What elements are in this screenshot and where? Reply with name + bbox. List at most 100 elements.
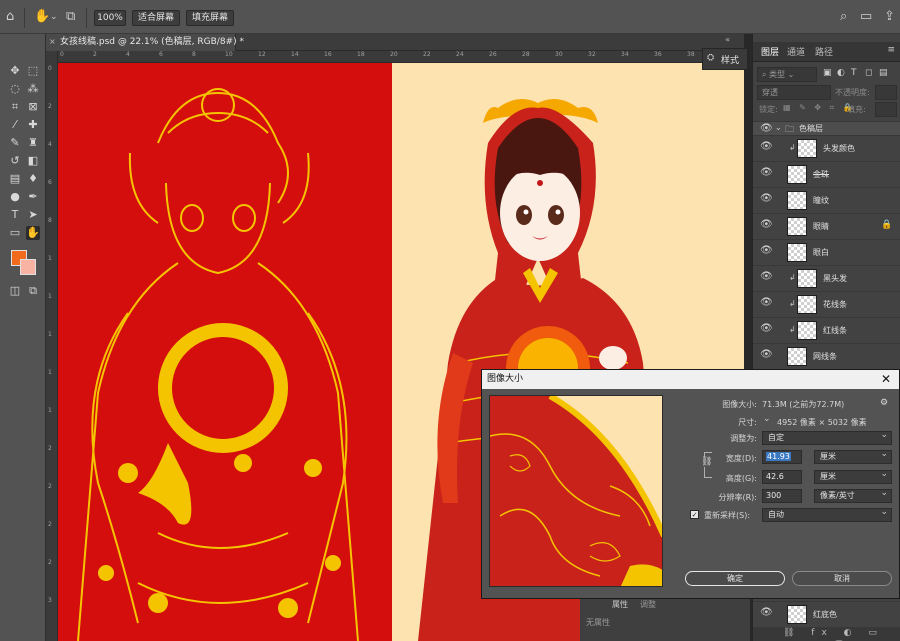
dodge-tool-icon[interactable]: ● — [8, 190, 22, 204]
pen-tool-icon[interactable]: ✒ — [26, 190, 40, 204]
magic-wand-icon[interactable]: ⁂ — [26, 82, 40, 96]
layer-group[interactable]: 👁 ⌄ 🗀 色稿层 — [753, 121, 900, 135]
eye-icon[interactable]: 👁 — [760, 607, 773, 618]
styles-label: 样式 — [721, 56, 740, 66]
styles-mini-panel[interactable]: ⛭ 样式 — [702, 48, 748, 70]
gradient-tool-icon[interactable]: ▤ — [8, 172, 22, 186]
eyedropper-icon[interactable]: ⁄ — [8, 118, 22, 132]
eye-icon[interactable]: 👁 — [760, 193, 773, 204]
eye-icon[interactable]: 👁 — [760, 297, 773, 308]
cancel-button[interactable]: 取消 — [792, 571, 892, 586]
blur-tool-icon[interactable]: ♦ — [26, 172, 40, 186]
clone-stamp-icon[interactable]: ♜ — [26, 136, 40, 150]
search-icon[interactable]: ⌕ — [840, 9, 847, 25]
type-tool-icon[interactable]: T — [8, 208, 22, 222]
eye-icon[interactable]: 👁 — [760, 271, 773, 282]
tab-properties[interactable]: 属性 — [612, 599, 628, 610]
separator — [86, 8, 87, 28]
layer-row[interactable]: 👁 ↲ 花线条 — [753, 291, 900, 317]
image-preview[interactable] — [489, 395, 663, 587]
layer-actions-icons[interactable]: ⛓ fx ◐ ▭ 🗀 ⊞ 🗑 — [783, 628, 900, 641]
move-tool-icon[interactable]: ✥ — [8, 64, 22, 78]
fill-screen-button[interactable]: 填充屏幕 — [186, 10, 234, 26]
eye-icon[interactable]: 👁 — [760, 167, 773, 178]
collapse-icon[interactable]: « — [725, 35, 730, 44]
resample-checkbox[interactable]: ✓ — [690, 510, 699, 519]
healing-brush-icon[interactable]: ✚ — [26, 118, 40, 132]
layer-row[interactable]: 👁 眼睛 🔒 — [753, 213, 900, 239]
width-input[interactable]: 41.93 — [762, 450, 802, 464]
path-selection-icon[interactable]: ➤ — [26, 208, 40, 222]
height-unit-select[interactable]: 厘米 — [814, 468, 892, 484]
resolution-unit-select[interactable]: 像素/英寸 — [814, 487, 892, 503]
chevron-down-icon[interactable]: ⌄ — [50, 9, 58, 25]
eraser-icon[interactable]: ◧ — [26, 154, 40, 168]
resample-select[interactable]: 自动 — [762, 506, 892, 522]
tab-paths[interactable]: 路径 — [815, 45, 833, 58]
crop-tool-icon[interactable]: ⌗ — [8, 100, 22, 114]
screen-mode-icon[interactable]: ⧉ — [26, 284, 40, 298]
ruler-horizontal[interactable]: 0246810121416182022242628303234363840 — [58, 51, 744, 63]
tab-channels[interactable]: 通道 — [787, 45, 805, 58]
chevron-down-icon[interactable]: ⌄ — [775, 123, 782, 132]
background-color-swatch[interactable] — [20, 259, 36, 275]
layer-row[interactable]: 👁 网线条 — [753, 343, 900, 369]
workspace-icon[interactable]: ▭ — [860, 9, 872, 25]
photoshop-home-icon[interactable]: ⌂ — [6, 9, 14, 25]
panel-menu-icon[interactable]: ≡ — [887, 45, 895, 55]
width-unit-select[interactable]: 厘米 — [814, 448, 892, 464]
eye-icon[interactable]: 👁 — [760, 323, 773, 334]
gear-icon[interactable]: ⚙ — [880, 398, 888, 408]
ok-button[interactable]: 确定 — [685, 571, 785, 586]
brush-tool-icon[interactable]: ✎ — [8, 136, 22, 150]
hand-tool-icon[interactable]: ✋ — [26, 226, 40, 240]
lock-icon[interactable]: 🔒 — [881, 220, 892, 230]
close-icon[interactable]: × — [49, 34, 56, 50]
zoom-100-button[interactable]: 100% — [94, 10, 126, 26]
marquee-tool-icon[interactable]: ⬚ — [26, 64, 40, 78]
layer-row[interactable]: 👁 红底色 — [753, 601, 900, 627]
layer-row[interactable]: 👁 金珠 — [753, 161, 900, 187]
rectangle-tool-icon[interactable]: ▭ — [8, 226, 22, 240]
tab-adjustments[interactable]: 调整 — [640, 599, 656, 610]
layer-row[interactable]: 👁 瞳纹 — [753, 187, 900, 213]
quick-mask-icon[interactable]: ◫ — [8, 284, 22, 298]
scroll-all-windows-icon[interactable]: ⧉ — [66, 9, 75, 25]
filter-shape-icon[interactable]: ◻ — [865, 68, 872, 78]
layer-thumbnail — [787, 217, 807, 236]
blend-mode-select[interactable]: 穿透 — [757, 85, 831, 100]
history-brush-icon[interactable]: ↺ — [8, 154, 22, 168]
chevron-down-icon[interactable]: ⌄ — [763, 414, 771, 424]
eye-icon[interactable]: 👁 — [760, 123, 773, 134]
ruler-vertical[interactable]: 0 2 4 6 8 1 1 1 1 1 2 2 2 2 3 — [46, 51, 58, 641]
close-icon[interactable]: ✕ — [881, 370, 891, 389]
layer-row[interactable]: 👁 ↲ 头发颜色 — [753, 135, 900, 161]
filter-type-icon[interactable]: T — [851, 68, 857, 78]
hand-tool-icon[interactable]: ✋ — [34, 9, 50, 25]
layer-row[interactable]: 👁 眼白 — [753, 239, 900, 265]
filter-smart-icon[interactable]: ▤ — [879, 68, 888, 78]
fit-screen-button[interactable]: 适合屏幕 — [132, 10, 180, 26]
eye-icon[interactable]: 👁 — [760, 141, 773, 152]
ruler-tick-label: 1 — [48, 293, 52, 300]
tab-layers[interactable]: 图层 — [761, 45, 779, 58]
filter-pixel-icon[interactable]: ▣ — [823, 68, 832, 78]
document-tab[interactable]: × 女孩线稿.psd @ 22.1% (色稿层, RGB/8#) * — [46, 34, 244, 51]
layer-row[interactable]: 👁 ↲ 黑头发 — [753, 265, 900, 291]
opacity-input[interactable] — [875, 85, 897, 100]
lasso-tool-icon[interactable]: ◌ — [8, 82, 22, 96]
lock-icons[interactable]: ▦ ✎ ✥ ⌗ 🔒 — [783, 103, 856, 113]
resolution-input[interactable]: 300 — [762, 489, 802, 503]
layer-kind-filter[interactable]: ⌕ 类型 ⌄ — [757, 67, 817, 82]
fill-input[interactable] — [875, 102, 897, 117]
layer-row[interactable]: 👁 ↲ 红线条 — [753, 317, 900, 343]
ruler-tick-label: 30 — [555, 51, 563, 58]
height-input[interactable]: 42.6 — [762, 470, 802, 484]
share-icon[interactable]: ⇪ — [884, 9, 895, 25]
eye-icon[interactable]: 👁 — [760, 245, 773, 256]
eye-icon[interactable]: 👁 — [760, 349, 773, 360]
frame-tool-icon[interactable]: ⊠ — [26, 100, 40, 114]
filter-adjust-icon[interactable]: ◐ — [837, 68, 845, 78]
eye-icon[interactable]: 👁 — [760, 219, 773, 230]
fit-to-select[interactable]: 自定 — [762, 429, 892, 445]
